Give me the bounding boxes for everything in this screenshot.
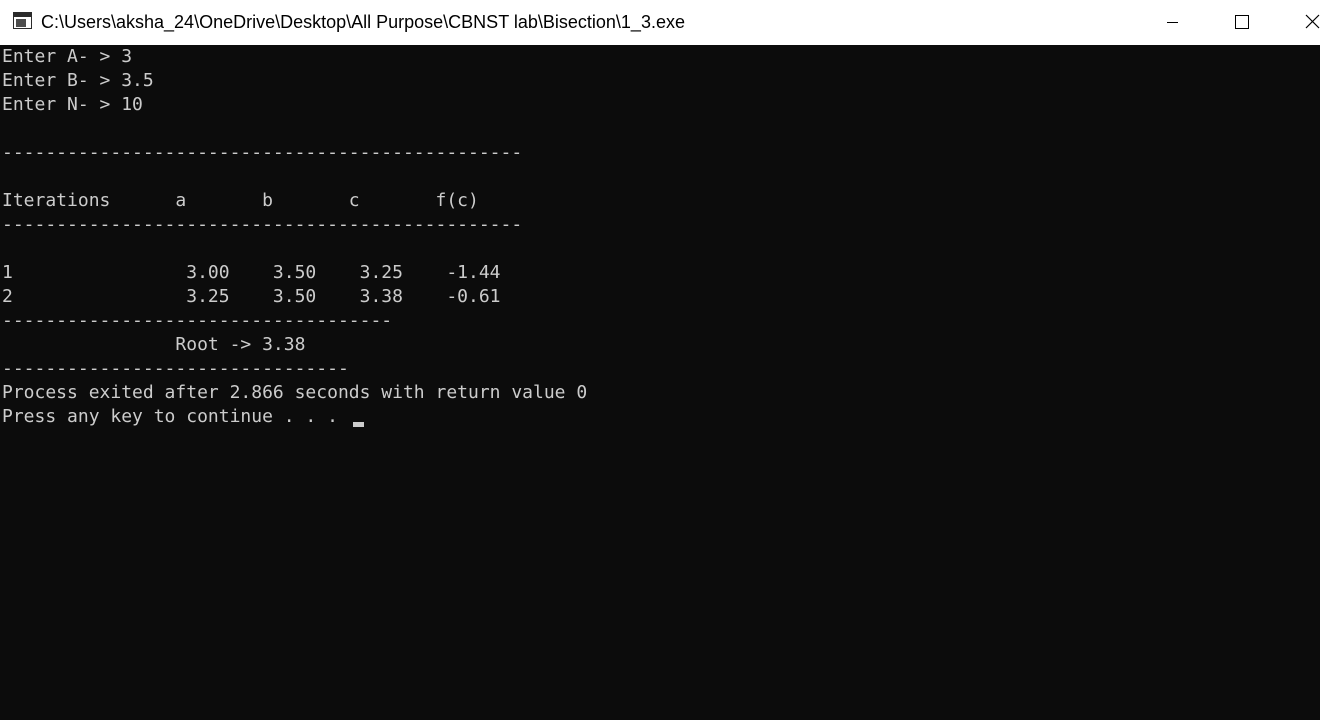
text-cursor — [353, 422, 364, 427]
console-line: Enter B- > 3.5 — [2, 70, 154, 91]
console-window: C:\Users\aksha_24\OneDrive\Desktop\All P… — [0, 0, 1320, 720]
icon-screen — [16, 19, 26, 27]
maximize-button[interactable] — [1206, 0, 1274, 45]
console-line: ----------------------------------------… — [2, 214, 523, 235]
console-line: ----------------------------------------… — [2, 142, 523, 163]
close-icon — [1305, 14, 1320, 29]
window-title: C:\Users\aksha_24\OneDrive\Desktop\All P… — [41, 12, 685, 32]
minimize-icon — [1167, 22, 1178, 23]
console-line: Enter N- > 10 — [2, 94, 143, 115]
console-app-icon[interactable] — [13, 12, 32, 29]
title-bar[interactable]: C:\Users\aksha_24\OneDrive\Desktop\All P… — [0, 0, 1320, 45]
icon-bar — [14, 13, 31, 17]
console-line: 1 3.00 3.50 3.25 -1.44 — [2, 262, 501, 283]
console-line: -------------------------------- — [2, 358, 349, 379]
console-line: Enter A- > 3 — [2, 46, 133, 67]
console-line: 2 3.25 3.50 3.38 -0.61 — [2, 286, 501, 307]
console-line: Process exited after 2.866 seconds with … — [2, 382, 588, 403]
maximize-icon — [1235, 15, 1249, 29]
minimize-button[interactable] — [1138, 0, 1206, 45]
console-line: Root -> 3.38 — [2, 334, 306, 355]
console-output[interactable]: Enter A- > 3 Enter B- > 3.5 Enter N- > 1… — [0, 45, 1320, 720]
console-line: ------------------------------------ — [2, 310, 393, 331]
close-button[interactable] — [1274, 0, 1320, 45]
console-line: Press any key to continue . . . — [2, 406, 349, 427]
console-line: Iterations a b c f(c) — [2, 190, 479, 211]
